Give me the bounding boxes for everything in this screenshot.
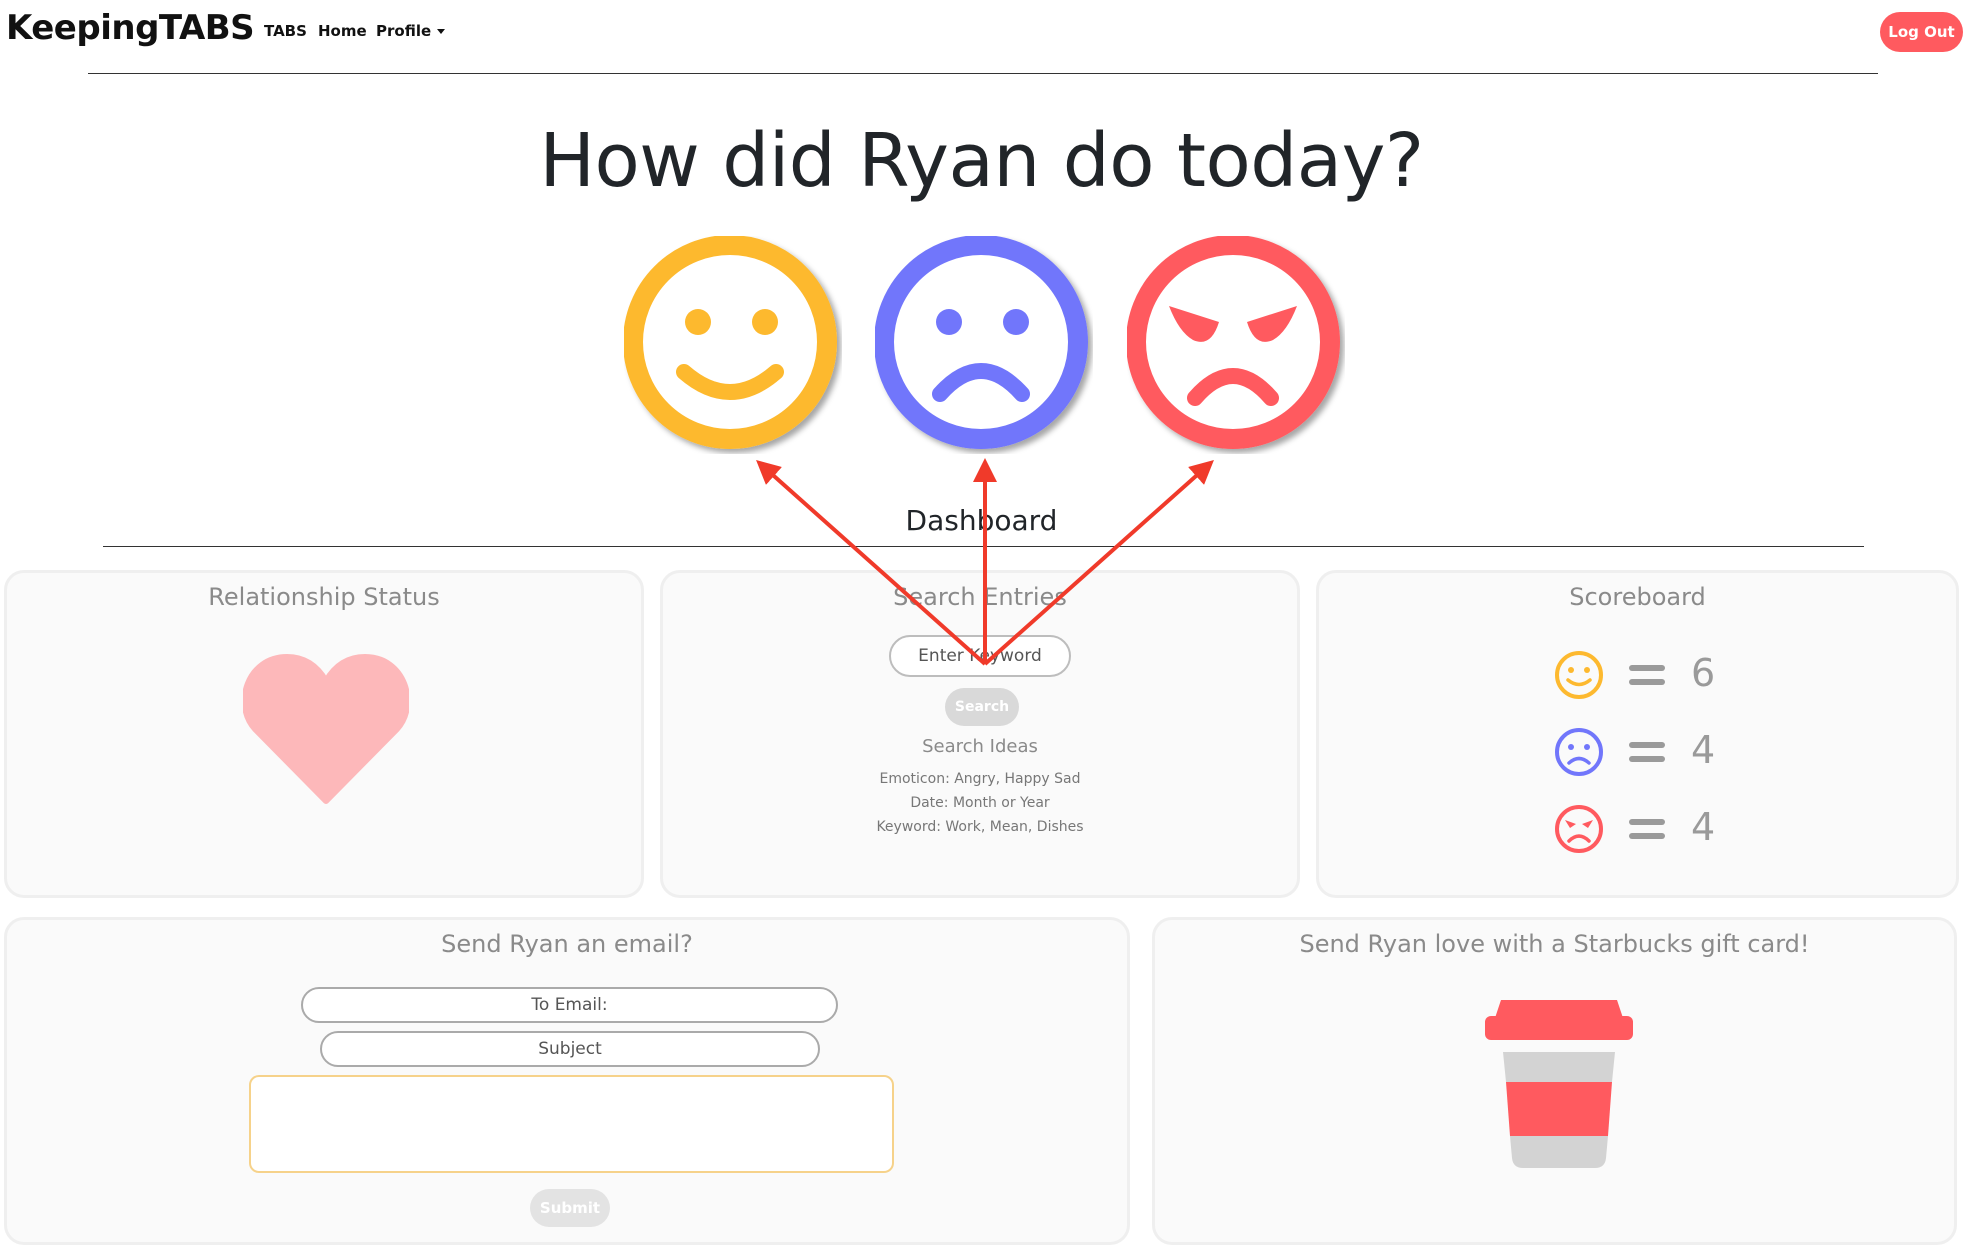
angry-face-icon — [1555, 805, 1603, 853]
search-idea: Keyword: Work, Mean, Dishes — [876, 819, 1084, 835]
equals-icon — [1629, 742, 1665, 762]
search-button[interactable]: Search — [945, 688, 1019, 726]
score-count-sad: 4 — [1691, 728, 1716, 772]
search-idea: Emoticon: Angry, Happy Sad — [879, 771, 1081, 787]
page: KeepingTABS TABS Home Profile Log Out Ho… — [0, 0, 1963, 1250]
search-ideas-title: Search Ideas — [922, 736, 1038, 757]
angry-face-button[interactable] — [1127, 236, 1345, 454]
keyword-search-input[interactable] — [889, 635, 1071, 677]
sad-face-button[interactable] — [875, 236, 1093, 454]
email-body-textarea[interactable] — [249, 1075, 894, 1173]
equals-icon — [1629, 665, 1665, 685]
nav-link-home[interactable]: Home — [318, 22, 367, 40]
starbucks-gift-card: Send Ryan love with a Starbucks gift car… — [1152, 917, 1957, 1245]
brand-logo[interactable]: KeepingTABS — [6, 8, 255, 48]
scoreboard-card: Scoreboard 6 4 4 — [1316, 570, 1959, 898]
equals-icon — [1629, 819, 1665, 839]
nav-dropdown-profile[interactable]: Profile — [376, 22, 446, 40]
card-title: Scoreboard — [1569, 583, 1706, 611]
navbar: KeepingTABS TABS Home Profile Log Out — [0, 0, 1963, 62]
search-idea: Date: Month or Year — [910, 795, 1050, 811]
coffee-cup-icon[interactable] — [1485, 1000, 1633, 1172]
happy-face-button[interactable] — [624, 236, 842, 454]
score-count-happy: 6 — [1691, 651, 1716, 695]
subject-field[interactable] — [320, 1031, 820, 1067]
page-title: How did Ryan do today? — [539, 118, 1424, 204]
card-title: Send Ryan an email? — [441, 930, 693, 958]
caret-down-icon — [437, 29, 446, 34]
score-count-angry: 4 — [1691, 805, 1716, 849]
sad-face-icon — [1555, 728, 1603, 776]
card-title: Send Ryan love with a Starbucks gift car… — [1299, 930, 1810, 958]
dashboard-divider — [103, 546, 1864, 547]
to-email-field[interactable] — [301, 987, 838, 1023]
card-title: Relationship Status — [208, 583, 440, 611]
card-title: Search Entries — [893, 583, 1067, 611]
send-email-card: Send Ryan an email? Submit — [4, 917, 1130, 1245]
happy-face-icon — [1555, 651, 1603, 699]
search-entries-card: Search Entries Search Search Ideas Emoti… — [660, 570, 1300, 898]
logout-button[interactable]: Log Out — [1880, 12, 1963, 52]
navbar-divider — [88, 73, 1878, 74]
nav-link-tabs[interactable]: TABS — [264, 22, 307, 40]
submit-button[interactable]: Submit — [530, 1189, 610, 1227]
nav-profile-label: Profile — [376, 22, 432, 40]
heart-icon — [243, 654, 409, 804]
dashboard-title: Dashboard — [905, 504, 1058, 537]
relationship-status-card: Relationship Status — [4, 570, 644, 898]
